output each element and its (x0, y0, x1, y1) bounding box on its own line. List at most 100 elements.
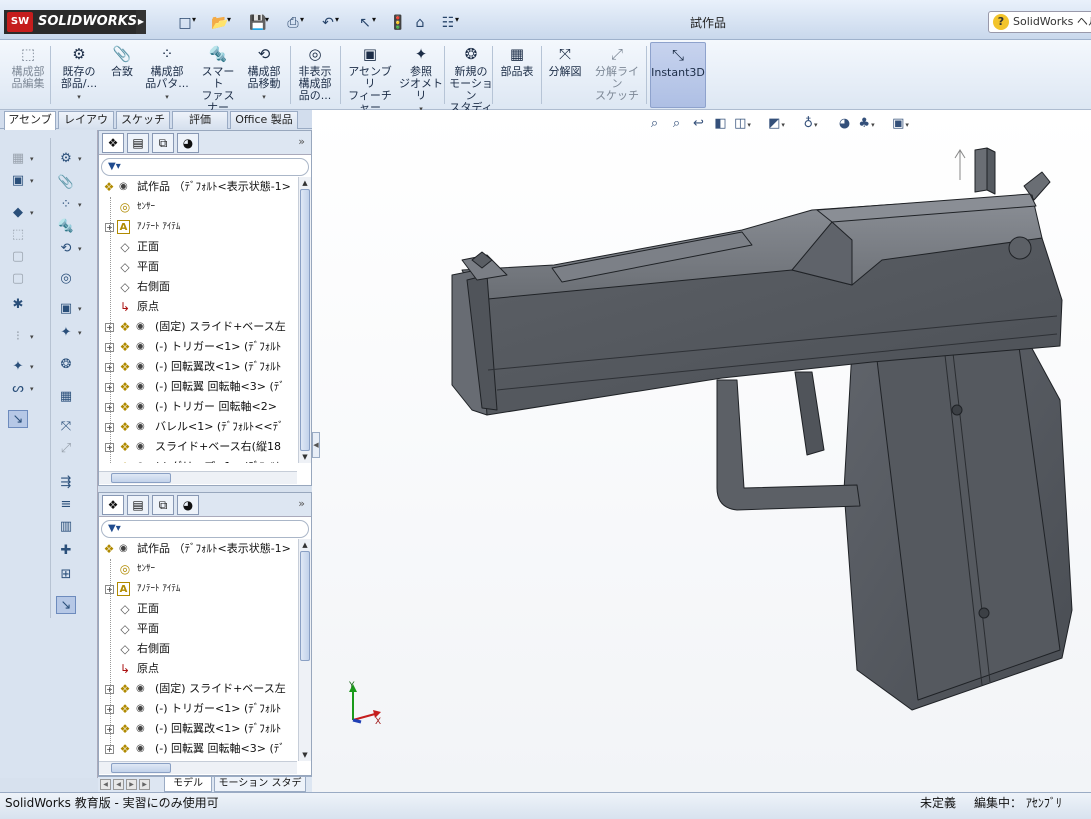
assembly-features-side-icon[interactable]: ▣ ▾ (56, 300, 82, 318)
rebuild-icon[interactable]: 🚦 (388, 13, 408, 33)
tree-filter-input-2[interactable]: ▼▾ (101, 520, 309, 538)
assembly-features-side-dropdown-icon[interactable]: ▾ (78, 300, 82, 318)
menu-expand-arrow-icon[interactable]: ▶ (136, 10, 146, 34)
expand-chevron-icon-2[interactable]: » (298, 497, 305, 510)
help-search-box[interactable]: ? SolidWorks ヘルプ (988, 11, 1091, 33)
explode-side-icon[interactable]: ⤧ (56, 418, 76, 436)
edit-component-tool-dropdown-icon[interactable]: ▾ (30, 150, 34, 168)
pattern-side-dropdown-icon[interactable]: ▾ (78, 196, 82, 214)
expand-chevron-icon[interactable]: » (298, 135, 305, 148)
point-dropdown-icon[interactable]: ▾ (30, 358, 34, 376)
tree-node[interactable]: ◎ ｾﾝｻｰ (99, 559, 297, 579)
feature-tree-hscroll-2[interactable] (99, 761, 297, 774)
edit-component-button[interactable]: ⬚ 構成部 品編集 (8, 42, 48, 108)
tree-node[interactable]: + ❖ ◉ (-) トリガー<1> (ﾃﾞﾌｫﾙﾄ (99, 337, 297, 357)
tree-node[interactable]: ↳ 原点 (99, 659, 297, 679)
linear-pattern-dropdown-icon[interactable]: ▾ (30, 328, 34, 346)
tree-node[interactable]: ◇ 正面 (99, 237, 297, 257)
layout-icon[interactable]: ≡ (56, 496, 76, 514)
graphics-area[interactable]: ⌕ ⌕ ↩ ◧ ◫▾ ◩▾ ♁▾ ◕ ♣▾ ▣▾ Y X (312, 110, 1091, 792)
tree-node[interactable]: + ❖ ◉ スライド+ベース右(縦18 (99, 437, 297, 457)
prev-tab-icon[interactable]: ◀ (113, 779, 124, 790)
insert-component-dropdown-icon[interactable]: ▾ (78, 150, 82, 168)
tree-node[interactable]: + ❖ ◉ (-) トリガー 回転軸<2> (99, 397, 297, 417)
fastener-side-icon[interactable]: 🔩 (56, 218, 76, 236)
edit-component-tool-icon[interactable]: ▦ ▾ (8, 150, 34, 168)
feature-tree-hscroll[interactable] (99, 471, 297, 484)
insert-part-icon[interactable]: ⬚ (8, 226, 28, 244)
open-dropdown-icon[interactable]: ▾ (227, 15, 231, 24)
next-tab-icon[interactable]: ▶ (126, 779, 137, 790)
tree-node[interactable]: + ❖ ◉ (固定) スライド+ベース左 (99, 679, 297, 699)
reference-geometry-side-dropdown-icon[interactable]: ▾ (78, 324, 82, 342)
feature-tree-tab-2[interactable]: ❖ (102, 495, 124, 515)
configuration-manager-tab-2[interactable]: ⧉ (152, 495, 174, 515)
insert-components-dropdown-icon[interactable]: ▾ (55, 91, 103, 103)
feature-tree-vscroll[interactable]: ▲ ▼ (298, 177, 311, 463)
display-manager-tab[interactable]: ◕ (177, 133, 199, 153)
property-manager-tab[interactable]: ▤ (127, 133, 149, 153)
tab-layout[interactable]: レイアウト (58, 111, 114, 142)
tree-node[interactable]: + ❖ ◉ (-) トリガー<1> (ﾃﾞﾌｫﾙﾄ (99, 699, 297, 719)
bill-of-materials-button[interactable]: ▦ 部品表 (496, 42, 538, 108)
tree-node[interactable]: ◇ 右側面 (99, 277, 297, 297)
tab-sketch[interactable]: スケッチ (116, 111, 170, 129)
feature-tree-tab[interactable]: ❖ (102, 133, 124, 153)
instant3d-button[interactable]: ⤡ Instant3D (650, 42, 706, 108)
sweep-icon[interactable]: ⇶ (56, 474, 76, 492)
tree-node[interactable]: + ❖ ◉ (-) 回転翼改<1> (ﾃﾞﾌｫﾙﾄ (99, 719, 297, 739)
component-pattern-button[interactable]: ⁘ 構成部 品パタ... ▾ (144, 42, 190, 108)
instant3d-side-icon-2[interactable]: ↘ (56, 596, 76, 614)
configuration-manager-tab[interactable]: ⧉ (152, 133, 174, 153)
tree-node[interactable]: ◇ 右側面 (99, 639, 297, 659)
reference-geometry-button[interactable]: ✦ 参照 ジオメトリ ▾ (398, 42, 444, 113)
linear-pattern-icon[interactable]: ⁝ ▾ (8, 328, 34, 346)
component-pattern-dropdown-icon[interactable]: ▾ (144, 91, 190, 103)
solidworks-logo[interactable]: SW SOLIDWORKS (4, 10, 137, 34)
move-side-dropdown-icon[interactable]: ▾ (78, 240, 82, 258)
tab-office-products[interactable]: Office 製品 (230, 111, 298, 129)
print-dropdown-icon[interactable]: ▾ (300, 15, 304, 24)
tree-node[interactable]: + ❖ ◉ (-) 回転翼 回転軸<3> (ﾃﾞ (99, 377, 297, 397)
move-component-dropdown-icon[interactable]: ▾ (243, 91, 285, 103)
smart-mate-icon[interactable]: ✱ (8, 296, 28, 314)
tree-node[interactable]: + ❖ ◉ バレル<1> (ﾃﾞﾌｫﾙﾄ<<ﾃﾞ (99, 417, 297, 437)
display-manager-tab-2[interactable]: ◕ (177, 495, 199, 515)
options-dropdown-icon[interactable]: ▾ (455, 15, 459, 24)
insert-components-button[interactable]: ⚙ 既存の 部品/... ▾ (55, 42, 103, 108)
show-hidden-components-button[interactable]: ◎ 非表示 構成部 品の... (292, 42, 338, 108)
move-side-icon[interactable]: ⟲ ▾ (56, 240, 82, 258)
select-dropdown-icon[interactable]: ▾ (372, 15, 376, 24)
feature-tree-vscroll-2[interactable]: ▲ ▼ (298, 539, 311, 761)
tree-node[interactable]: ◇ 平面 (99, 619, 297, 639)
last-tab-icon[interactable]: ▶ (139, 779, 150, 790)
tree-node[interactable]: ❖ ◉ 試作品 （ﾃﾞﾌｫﾙﾄ<表示状態-1> (99, 539, 297, 559)
instant3d-side-icon[interactable]: ↘ (8, 410, 28, 428)
new-part-icon[interactable]: ◆ ▾ (8, 204, 34, 222)
insert-component-icon[interactable]: ⚙ ▾ (56, 150, 81, 168)
tree-node[interactable]: +❖◉(-) グリップ<1> (ﾃﾞﾌｫﾙﾄ (99, 457, 297, 463)
tree-node[interactable]: ◇ 正面 (99, 599, 297, 619)
mate-side-icon[interactable]: 📎 (56, 174, 76, 192)
pistol-3d-model[interactable] (312, 110, 1091, 792)
panel-collapse-handle[interactable]: ◀ (312, 432, 320, 458)
tab-assembly[interactable]: アセンブリ (4, 111, 56, 142)
file-properties-icon[interactable]: ⌂ (410, 13, 430, 33)
exploded-view-button[interactable]: ⤧ 分解図 (545, 42, 585, 108)
tree-node[interactable]: + ❖ ◉ (-) 回転翼改<1> (ﾃﾞﾌｫﾙﾄ (99, 357, 297, 377)
reference-geometry-side-icon[interactable]: ✦ ▾ (56, 324, 82, 342)
assembly-tool-dropdown-icon[interactable]: ▾ (30, 172, 34, 190)
explode-line-side-icon[interactable]: ⤢ (56, 440, 76, 458)
tree-node[interactable]: + A ｱﾉﾃｰﾄ ｱｲﾃﾑ (99, 217, 297, 237)
tree-filter-input[interactable]: ▼▾ (101, 158, 309, 176)
distribute-icon[interactable]: ✚ (56, 542, 76, 560)
curve-dropdown-icon[interactable]: ▾ (30, 380, 34, 398)
assembly-features-button[interactable]: ▣アセンブリ フィーチャー▾ (345, 42, 395, 125)
property-manager-tab-2[interactable]: ▤ (127, 495, 149, 515)
tree-node[interactable]: + ❖ ◉ (固定) スライド+ベース左 (99, 317, 297, 337)
tab-motion-study[interactable]: モーション スタディ 1 (214, 777, 306, 803)
paste-icon[interactable]: ▢ (8, 270, 28, 288)
tree-node[interactable]: ◇ 平面 (99, 257, 297, 277)
pattern-side-icon[interactable]: ⁘ ▾ (56, 196, 82, 214)
move-component-button[interactable]: ⟲ 構成部 品移動 ▾ (243, 42, 285, 108)
